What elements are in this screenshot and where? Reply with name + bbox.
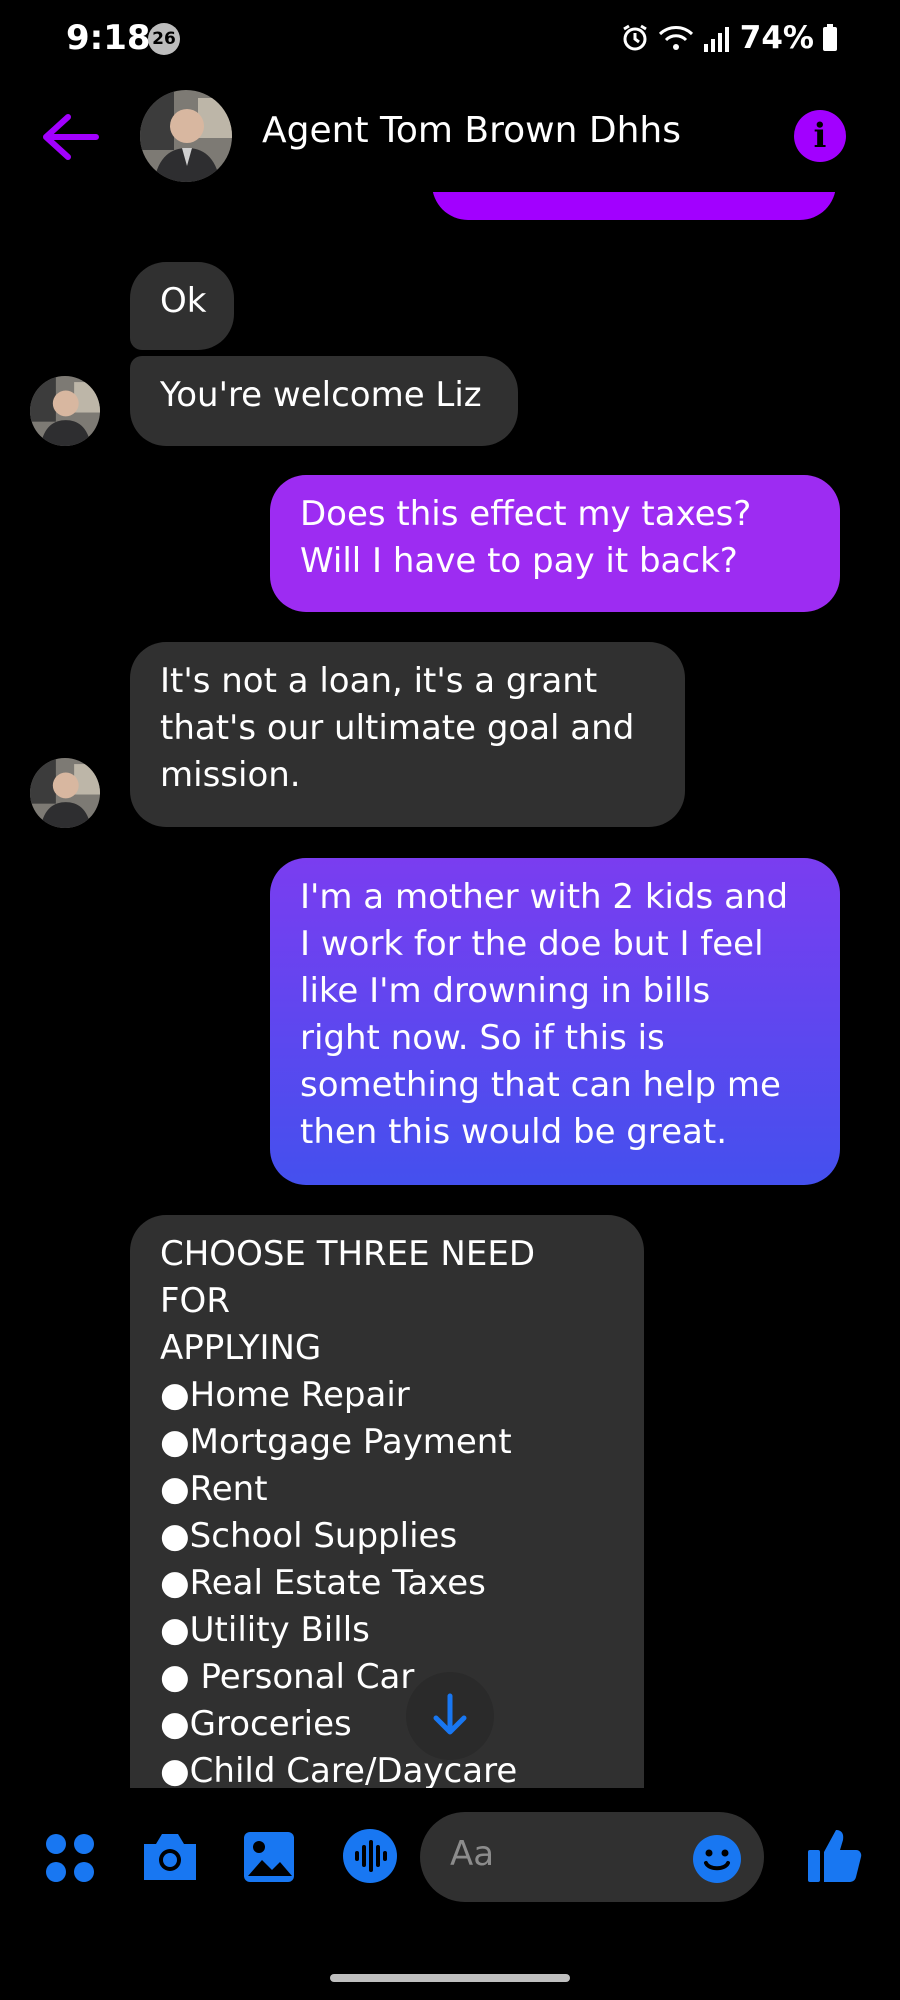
camera-button[interactable] (140, 1830, 200, 1888)
camera-icon (144, 1834, 196, 1880)
message-bubble[interactable]: Does this effect my taxes? Will I have t… (270, 475, 840, 612)
wifi-icon (658, 26, 693, 50)
status-bar: 9:18 26 74% (0, 0, 900, 82)
message-input-placeholder: Aa (450, 1834, 495, 1874)
gallery-icon (244, 1832, 294, 1882)
contact-name[interactable]: Agent Tom Brown Dhhs (262, 110, 681, 151)
arrow-down-icon (433, 1693, 467, 1735)
notification-count-badge: 26 (148, 23, 180, 55)
home-indicator[interactable] (330, 1974, 570, 1982)
battery-percent: 74% (739, 20, 814, 56)
message-bubble[interactable]: It's not a loan, it's a grant that's our… (130, 642, 685, 827)
status-time: 9:18 (66, 18, 151, 58)
composer-bar: Aa (0, 1788, 900, 1928)
signal-icon (703, 27, 729, 52)
message-bubble[interactable]: You're welcome Liz (130, 356, 518, 446)
previous-outgoing-bubble-fragment (432, 192, 836, 220)
message-bubble[interactable]: I'm a mother with 2 kids and I work for … (270, 858, 840, 1185)
apps-icon (46, 1834, 94, 1882)
alarm-icon (623, 24, 647, 51)
voice-icon (343, 1829, 397, 1883)
gallery-button[interactable] (242, 1830, 296, 1888)
back-button[interactable] (38, 106, 108, 168)
sender-avatar[interactable] (30, 758, 100, 828)
status-icons: 74% (620, 20, 838, 56)
sender-avatar[interactable] (30, 376, 100, 446)
message-list[interactable]: Ok You're welcome Liz Does this effect m… (0, 192, 900, 1788)
emoji-icon (693, 1835, 741, 1883)
scroll-to-bottom-button[interactable] (406, 1672, 494, 1760)
message-bubble[interactable]: CHOOSE THREE NEED FOR APPLYING ●Home Rep… (130, 1215, 644, 1788)
battery-icon (823, 24, 837, 51)
info-button[interactable]: i (794, 110, 846, 162)
back-arrow-icon (43, 114, 99, 160)
thumbs-up-icon (808, 1830, 862, 1882)
contact-avatar[interactable] (140, 90, 232, 182)
voice-message-button[interactable] (342, 1828, 398, 1888)
emoji-button[interactable] (692, 1834, 742, 1884)
message-input[interactable]: Aa (420, 1812, 764, 1902)
message-bubble[interactable]: Ok (130, 262, 234, 350)
chat-header: Agent Tom Brown Dhhs i (0, 82, 900, 192)
apps-button[interactable] (44, 1832, 96, 1888)
like-button[interactable] (806, 1826, 862, 1888)
